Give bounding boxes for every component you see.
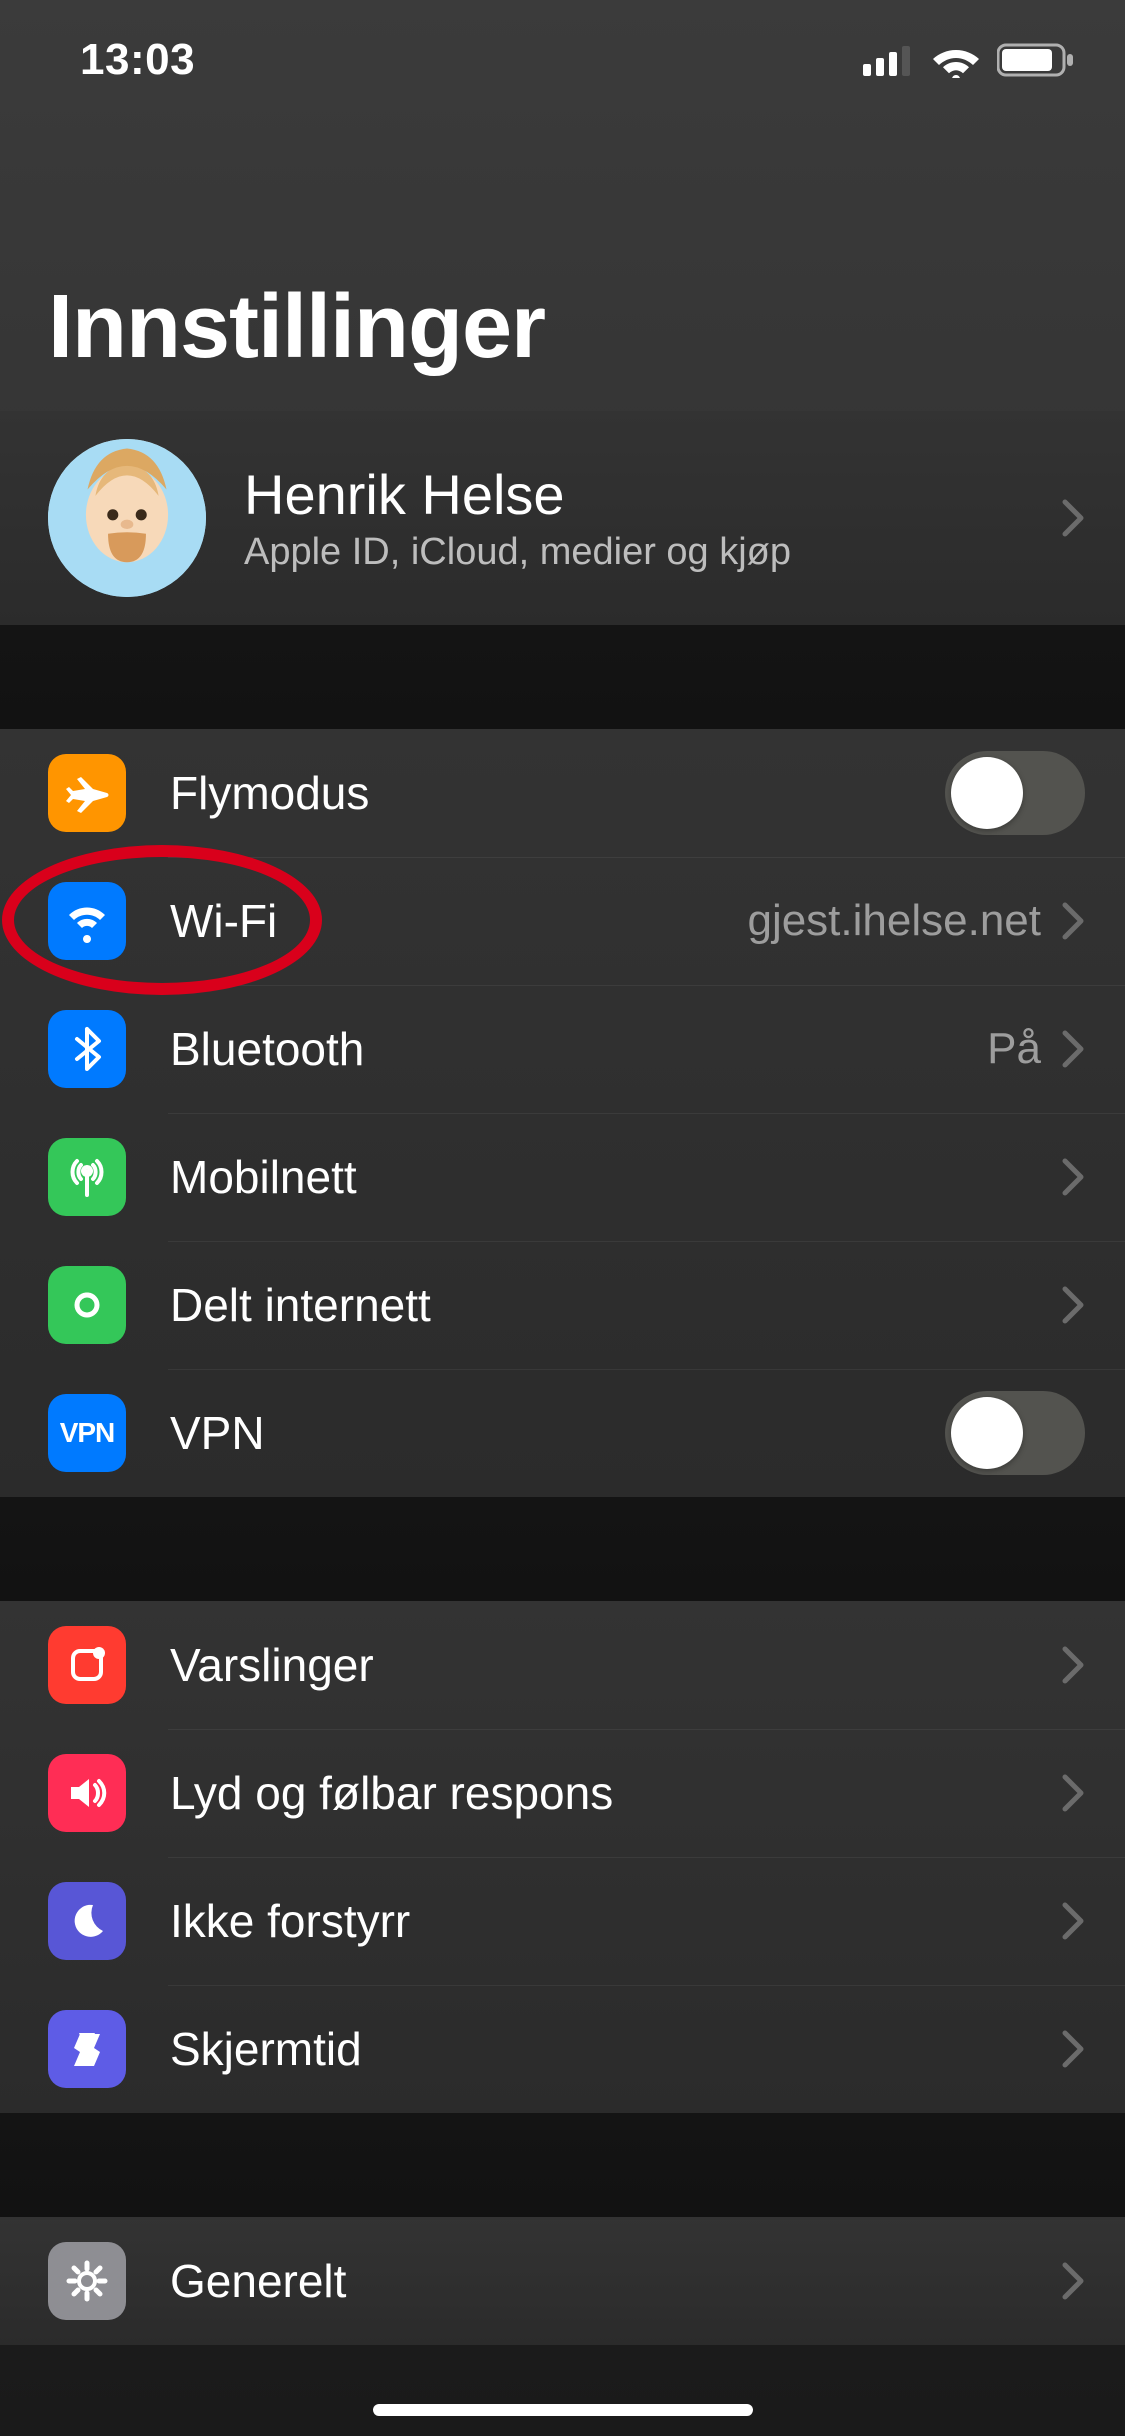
chevron-right-icon <box>1061 901 1085 941</box>
airplane-label: Flymodus <box>170 766 945 820</box>
bluetooth-value: På <box>987 1024 1041 1074</box>
bluetooth-icon <box>48 1010 126 1088</box>
status-time: 13:03 <box>80 35 195 85</box>
profile-section: Henrik Helse Apple ID, iCloud, medier og… <box>0 411 1125 625</box>
status-bar: 13:03 <box>0 0 1125 120</box>
profile-subtitle: Apple ID, iCloud, medier og kjøp <box>244 531 1061 574</box>
wifi-icon <box>48 882 126 960</box>
vpn-icon: VPN <box>48 1394 126 1472</box>
status-indicators <box>863 42 1075 78</box>
hotspot-label: Delt internett <box>170 1278 1061 1332</box>
bluetooth-label: Bluetooth <box>170 1022 987 1076</box>
wifi-value: gjest.ihelse.net <box>747 896 1041 946</box>
dnd-label: Ikke forstyrr <box>170 1894 1061 1948</box>
row-general[interactable]: Generelt <box>0 2217 1125 2345</box>
vpn-toggle[interactable] <box>945 1391 1085 1475</box>
vpn-label: VPN <box>170 1406 945 1460</box>
row-notifications[interactable]: Varslinger <box>0 1601 1125 1729</box>
chevron-right-icon <box>1061 1773 1085 1813</box>
connectivity-section: Flymodus Wi-Fi gjest.ihelse.net Bluetoot… <box>0 729 1125 1497</box>
row-hotspot[interactable]: Delt internett <box>0 1241 1125 1369</box>
section-gap <box>0 1497 1125 1601</box>
sounds-label: Lyd og følbar respons <box>170 1766 1061 1820</box>
row-screentime[interactable]: Skjermtid <box>0 1985 1125 2113</box>
row-sounds[interactable]: Lyd og følbar respons <box>0 1729 1125 1857</box>
row-vpn[interactable]: VPN VPN <box>0 1369 1125 1497</box>
chevron-right-icon <box>1061 1029 1085 1069</box>
dnd-icon <box>48 1882 126 1960</box>
row-airplane-mode[interactable]: Flymodus <box>0 729 1125 857</box>
notifications-icon <box>48 1626 126 1704</box>
profile-name: Henrik Helse <box>244 462 1061 527</box>
hotspot-icon <box>48 1266 126 1344</box>
airplane-icon <box>48 754 126 832</box>
chevron-right-icon <box>1061 1901 1085 1941</box>
wifi-label: Wi-Fi <box>170 894 747 948</box>
cellular-icon <box>48 1138 126 1216</box>
sounds-icon <box>48 1754 126 1832</box>
wifi-status-icon <box>931 42 981 78</box>
chevron-right-icon <box>1061 1285 1085 1325</box>
chevron-right-icon <box>1061 2029 1085 2069</box>
general-icon <box>48 2242 126 2320</box>
battery-icon <box>997 42 1075 78</box>
general-section: Generelt <box>0 2217 1125 2345</box>
cellular-label: Mobilnett <box>170 1150 1061 1204</box>
row-dnd[interactable]: Ikke forstyrr <box>0 1857 1125 1985</box>
chevron-right-icon <box>1061 498 1085 538</box>
airplane-toggle[interactable] <box>945 751 1085 835</box>
home-indicator[interactable] <box>373 2404 753 2416</box>
chevron-right-icon <box>1061 1645 1085 1685</box>
chevron-right-icon <box>1061 1157 1085 1197</box>
section-gap <box>0 625 1125 729</box>
notifications-label: Varslinger <box>170 1638 1061 1692</box>
row-bluetooth[interactable]: Bluetooth På <box>0 985 1125 1113</box>
page-title: Innstillinger <box>0 120 1125 411</box>
row-wifi[interactable]: Wi-Fi gjest.ihelse.net <box>0 857 1125 985</box>
avatar <box>48 439 206 597</box>
chevron-right-icon <box>1061 2261 1085 2301</box>
row-cellular[interactable]: Mobilnett <box>0 1113 1125 1241</box>
screentime-icon <box>48 2010 126 2088</box>
general-label: Generelt <box>170 2254 1061 2308</box>
section-gap <box>0 2113 1125 2217</box>
cellular-icon <box>863 44 915 76</box>
notifications-section: Varslinger Lyd og følbar respons Ikke fo… <box>0 1601 1125 2113</box>
profile-row[interactable]: Henrik Helse Apple ID, iCloud, medier og… <box>0 411 1125 625</box>
screentime-label: Skjermtid <box>170 2022 1061 2076</box>
